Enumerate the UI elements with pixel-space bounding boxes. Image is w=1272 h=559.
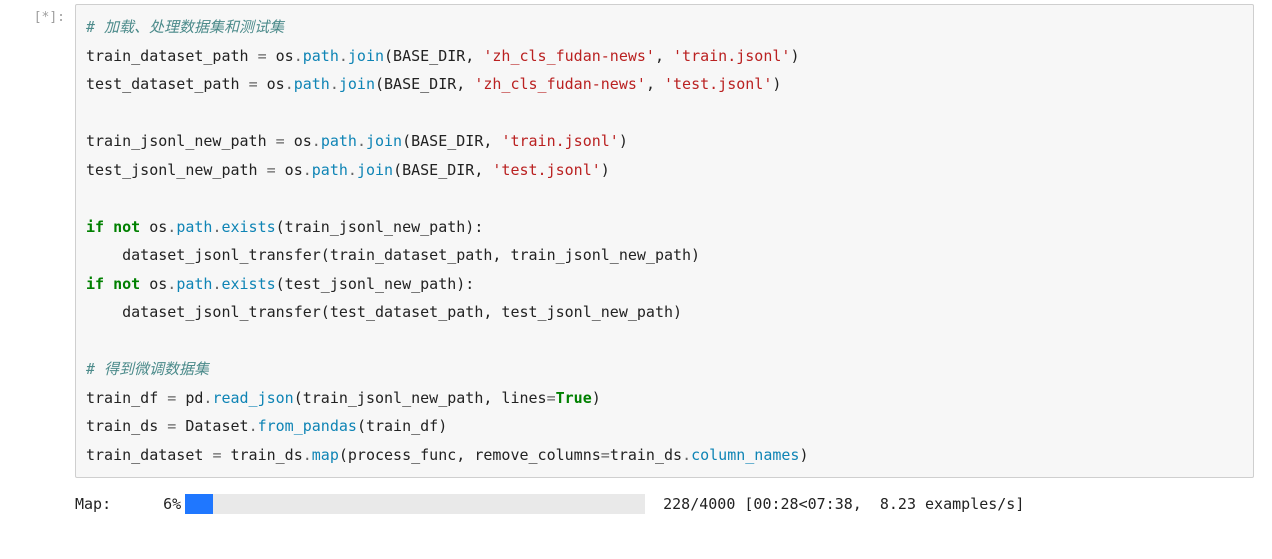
progress-widget: Map: 6% 228/4000 [00:28<07:38, 8.23 exam…	[75, 494, 1272, 514]
progress-stats: 228/4000 [00:28<07:38, 8.23 examples/s]	[663, 495, 1024, 513]
progress-label: Map:	[75, 495, 111, 513]
progress-bar	[185, 494, 645, 514]
code-content[interactable]: # 加载、处理数据集和测试集 train_dataset_path = os.p…	[86, 13, 1243, 469]
progress-bar-fill	[185, 494, 213, 514]
cell-output: Map: 6% 228/4000 [00:28<07:38, 8.23 exam…	[0, 482, 1272, 522]
cell-prompt: [*]:	[0, 4, 75, 478]
code-cell: [*]: # 加载、处理数据集和测试集 train_dataset_path =…	[0, 0, 1272, 482]
code-editor[interactable]: # 加载、处理数据集和测试集 train_dataset_path = os.p…	[75, 4, 1254, 478]
progress-percent: 6%	[135, 495, 181, 513]
